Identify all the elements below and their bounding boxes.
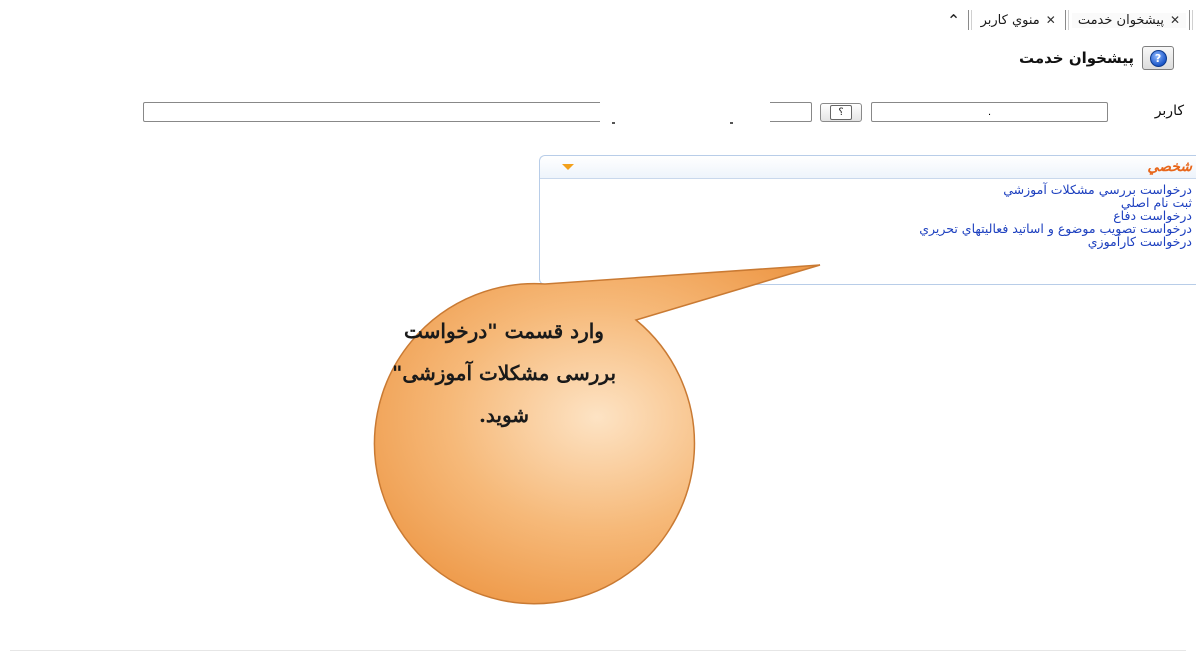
tab-service-desk[interactable]: ✕ پيشخوان خدمت (1071, 12, 1186, 28)
callout-line: وارد قسمت "درخواست (404, 319, 604, 343)
user-label: كاربر (1154, 103, 1184, 119)
service-link-registration[interactable]: ثبت نام اصلي (540, 196, 1192, 209)
tab-label: پيشخوان خدمت (1077, 12, 1164, 28)
tab-separator (967, 10, 972, 30)
page-header: ? پيشخوان خدمت (1019, 46, 1174, 70)
personal-services-panel: شخصي درخواست بررسي مشكلات آموزشي ثبت نام… (539, 155, 1196, 285)
callout-text: وارد قسمت "درخواست بررسی مشکلات آموزشی" … (345, 310, 663, 436)
user-lookup-button[interactable]: ؟ (820, 103, 862, 122)
page-title: پيشخوان خدمت (1018, 49, 1134, 67)
panel-title: شخصي (1147, 159, 1192, 175)
home-chevron-icon[interactable]: ⌃ (943, 9, 965, 31)
callout-line: شوید. (478, 403, 530, 427)
close-icon[interactable]: ✕ (1046, 13, 1056, 27)
bottom-divider (10, 650, 1186, 651)
callout-line: بررسی مشکلات آموزشی" (391, 361, 617, 385)
user-id-input[interactable] (871, 102, 1108, 122)
tab-separator (1189, 10, 1193, 30)
service-link-internship[interactable]: درخواست كارآموزي (540, 235, 1192, 248)
tab-user-menu[interactable]: ✕ منوي كاربر (975, 13, 1062, 28)
help-button[interactable]: ? (1142, 46, 1174, 70)
close-icon[interactable]: ✕ (1170, 13, 1180, 27)
service-list: درخواست بررسي مشكلات آموزشي ثبت نام اصلي… (540, 179, 1196, 248)
redaction-mark (612, 122, 615, 124)
collapse-arrow-icon[interactable] (562, 164, 574, 170)
help-icon: ? (1149, 49, 1167, 67)
service-link-education-problems[interactable]: درخواست بررسي مشكلات آموزشي (540, 183, 1192, 196)
panel-header[interactable]: شخصي (540, 156, 1196, 179)
tab-separator (1064, 10, 1069, 30)
redaction-mark (730, 122, 733, 124)
tab-bar: ⌃ ✕ منوي كاربر ✕ پيشخوان خدمت (943, 8, 1196, 32)
redaction-block (600, 101, 770, 127)
tab-label: منوي كاربر (980, 12, 1040, 28)
left-margin (0, 0, 10, 652)
question-icon: ؟ (830, 105, 852, 120)
